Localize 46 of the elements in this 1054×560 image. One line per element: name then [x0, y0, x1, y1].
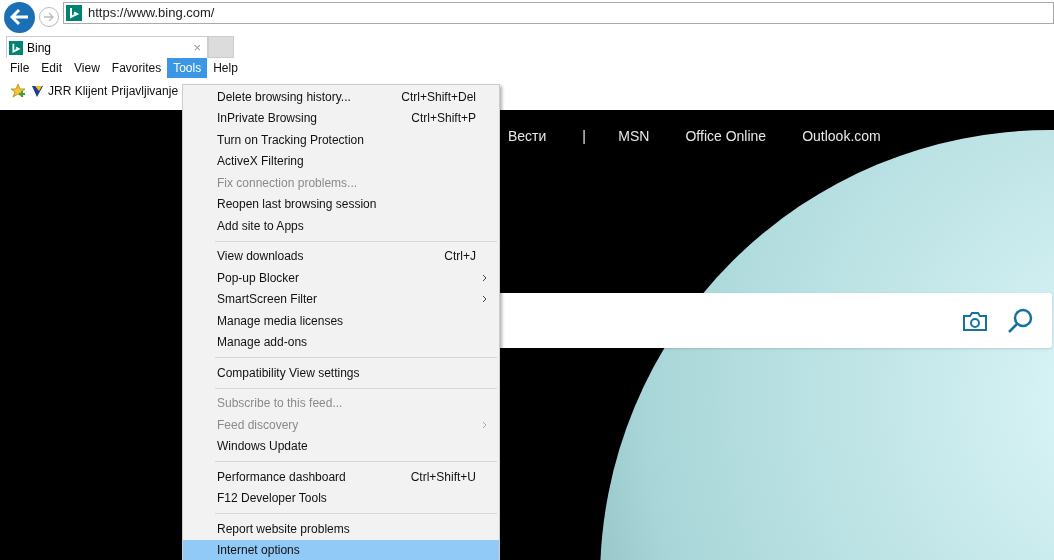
nav-link[interactable]: Office Online [685, 126, 767, 147]
address-field[interactable]: https://www.bing.com/ [63, 2, 1054, 24]
bing-logo-icon [9, 40, 23, 55]
menu-item[interactable]: Delete browsing history... Ctrl+Shift+Del [183, 86, 499, 108]
search-icon[interactable] [1006, 306, 1034, 335]
menu-bar-item[interactable]: View [68, 58, 106, 78]
camera-icon[interactable] [962, 309, 988, 332]
menu-item[interactable]: ActiveX Filtering [183, 150, 499, 172]
favorites-star-icon[interactable] [10, 83, 26, 99]
menu-item[interactable]: Performance dashboard Ctrl+Shift+U [183, 466, 499, 488]
browser-tab[interactable]: Bing × [6, 36, 208, 58]
menu-item[interactable]: Report website problems [183, 518, 499, 540]
menu-item[interactable]: Compatibility View settings [183, 362, 499, 384]
shortcut-text: Ctrl+Shift+U [410, 468, 476, 486]
bing-logo-icon [66, 5, 82, 21]
menu-bar-item[interactable]: File [4, 58, 36, 78]
menu-item[interactable]: InPrivate Browsing Ctrl+Shift+P [183, 107, 499, 129]
nav-link[interactable]: Outlook.com [802, 126, 881, 147]
menu-item[interactable]: Manage add-ons [183, 331, 499, 353]
shortcut-text: Ctrl+J [444, 248, 476, 266]
menu-bar-item[interactable]: Help [207, 58, 244, 78]
menu-item[interactable]: View downloads Ctrl+J [183, 245, 499, 267]
nav-link[interactable]: MSN [618, 126, 650, 147]
favorites-link[interactable]: JRR Klijent [48, 82, 108, 100]
menu-item[interactable]: Manage media licenses [183, 310, 499, 332]
menu-item[interactable]: Reopen last browsing session [183, 193, 499, 215]
url-text: https://www.bing.com/ [88, 4, 215, 23]
menu-bar-item[interactable]: Favorites [105, 58, 168, 78]
menu-item[interactable]: Windows Update [183, 435, 499, 457]
nav-divider: | [582, 127, 587, 146]
menu-item[interactable]: Internet options [183, 539, 499, 560]
menu-item[interactable]: Turn on Tracking Protection [183, 129, 499, 151]
shortcut-text: Ctrl+Shift+Del [401, 88, 476, 106]
menu-bar-item[interactable]: Edit [35, 58, 69, 78]
menu-item[interactable]: Add site to Apps [183, 215, 499, 237]
menu-item[interactable]: F12 Developer Tools [183, 487, 499, 509]
shortcut-text: Ctrl+Shift+P [411, 110, 476, 128]
menu-item[interactable]: SmartScreen Filter [183, 288, 499, 310]
nav-link[interactable]: Вести [508, 126, 547, 147]
favorites-link[interactable]: Prijavljivanje [111, 82, 179, 100]
tab-title: Bing [27, 39, 53, 57]
forward-arrow-icon [43, 12, 55, 22]
flag-icon [30, 84, 44, 98]
menu-item[interactable]: Pop-up Blocker [183, 267, 499, 289]
back-arrow-icon [9, 8, 30, 26]
back-button[interactable] [4, 1, 35, 33]
